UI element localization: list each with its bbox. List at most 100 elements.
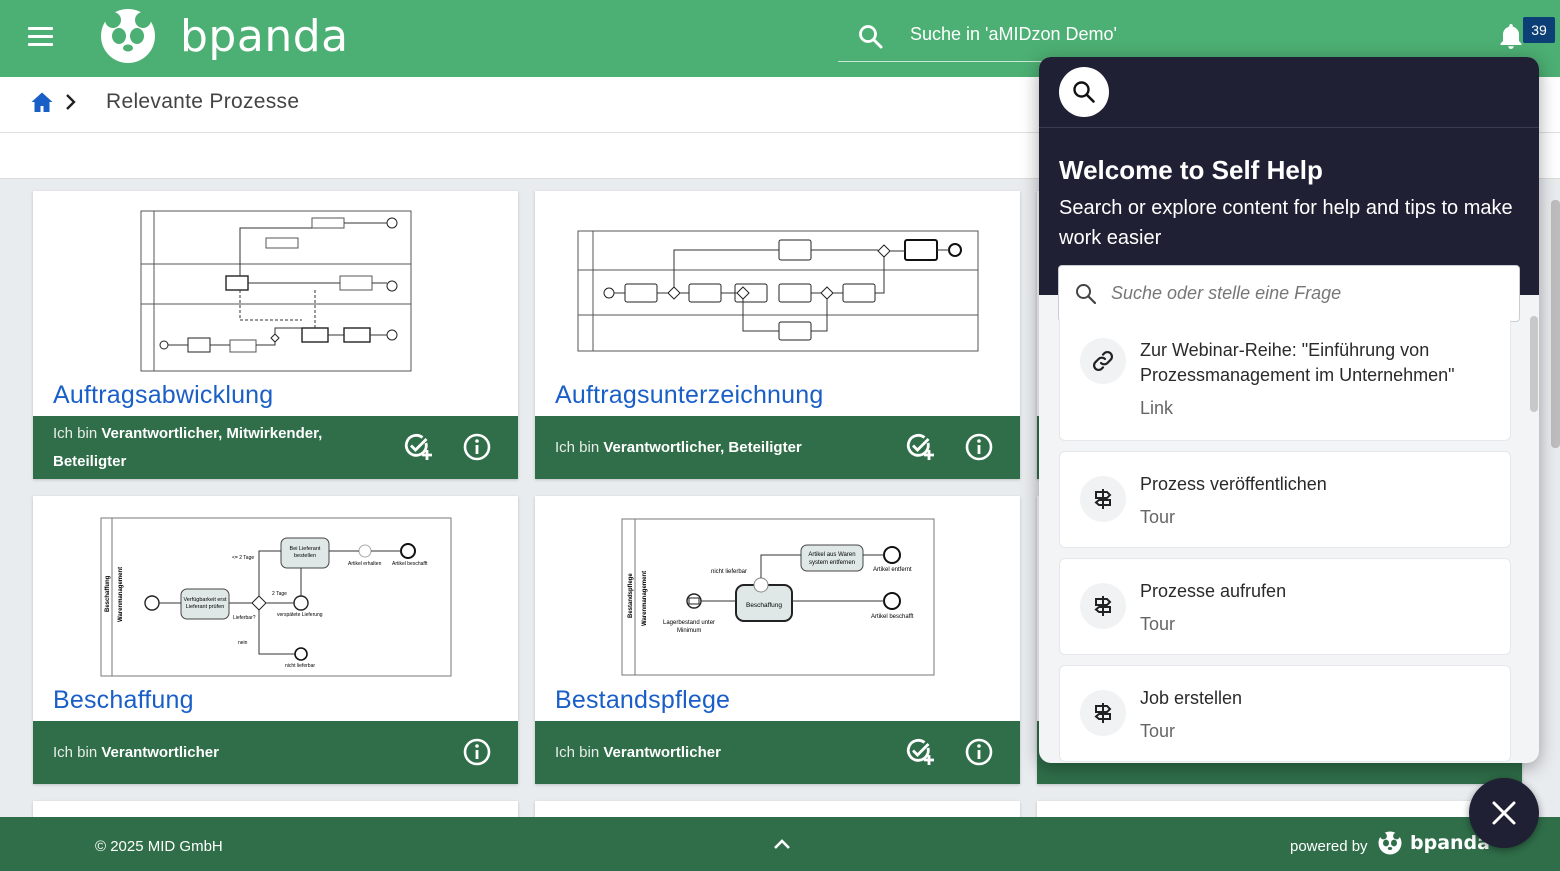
edge-label: Minimum (677, 628, 701, 634)
link-icon (1080, 338, 1126, 384)
help-item-link[interactable]: Zur Webinar-Reihe: "Einführung von Proze… (1059, 320, 1511, 441)
edge-label: nicht lieferbar (711, 569, 747, 575)
help-item-type: Tour (1140, 721, 1176, 741)
check-add-icon[interactable] (905, 432, 935, 462)
edge-label: Artikel beschafft (392, 561, 428, 567)
lane-label: Bestandspflege (628, 573, 634, 618)
process-card[interactable]: Auftragsabwicklung Ich bin Verantwortlic… (33, 191, 518, 479)
info-icon[interactable] (964, 737, 994, 767)
page-footer: © 2025 MID GmbH powered by bpanda (0, 817, 1560, 871)
process-diagram-thumbnail: Bestandspflege Warenmanagement Beschaffu… (535, 496, 1020, 686)
help-item-title: Zur Webinar-Reihe: "Einführung von Proze… (1140, 340, 1455, 385)
logo-text: bpanda (180, 10, 349, 62)
task-label: Artikel aus Waren (808, 552, 855, 558)
process-card[interactable]: Bestandspflege Warenmanagement Beschaffu… (535, 496, 1020, 784)
lane-label: Beschaffung (105, 575, 111, 612)
edge-label: 2 Tage (272, 591, 287, 597)
home-icon[interactable] (30, 90, 54, 114)
help-item-title: Prozesse aufrufen (1140, 581, 1287, 601)
self-help-header: Welcome to Self Help Search or explore c… (1039, 57, 1539, 295)
chevron-up-icon[interactable] (772, 837, 792, 851)
help-item-type: Tour (1140, 614, 1176, 634)
info-icon[interactable] (462, 737, 492, 767)
process-diagram-thumbnail (535, 191, 1020, 381)
search-icon (1076, 284, 1097, 305)
card-footer: Ich bin Verantwortlicher (535, 721, 1020, 784)
global-search[interactable]: Suche in 'aMIDzon Demo' (838, 14, 1117, 62)
task-label: Lieferant prüfen (185, 604, 224, 610)
help-item-tour[interactable]: Prozess veröffentlichen Tour (1059, 451, 1511, 548)
help-item-title: Job erstellen (1140, 688, 1243, 708)
card-title[interactable]: Bestandspflege (555, 686, 730, 715)
self-help-search-button[interactable] (1059, 67, 1109, 117)
lane-label: Warenmanagement (642, 571, 648, 626)
edge-label: Artikel erhalten (348, 561, 382, 567)
process-diagram-thumbnail (33, 191, 518, 381)
self-help-search-input[interactable]: Suche oder stelle eine Frage (1058, 265, 1520, 322)
process-card[interactable]: Beschaffung Warenmanagement Verfügbarkei… (33, 496, 518, 784)
self-help-title: Welcome to Self Help (1059, 155, 1323, 185)
check-add-icon[interactable] (905, 737, 935, 767)
bpanda-logo[interactable]: bpanda (100, 8, 349, 64)
edge-label: nein (238, 640, 248, 646)
card-footer: Ich bin Verantwortlicher (33, 721, 518, 784)
role-text: Ich bin Verantwortlicher (555, 739, 721, 767)
card-title[interactable]: Auftragsabwicklung (53, 381, 273, 410)
edge-label: Lieferbar? (233, 615, 256, 621)
process-diagram-thumbnail: Beschaffung Warenmanagement Verfügbarkei… (33, 496, 518, 686)
edge-label: Lagerbestand unter (663, 620, 715, 626)
role-names: Verantwortlicher, Beteiligter (603, 439, 802, 456)
signpost-icon (1080, 690, 1126, 736)
chevron-right-icon (66, 94, 76, 110)
self-help-subtitle: Search or explore content for help and t… (1059, 197, 1513, 249)
task-label: bestellen (293, 553, 315, 559)
edge-label: nicht lieferbar (285, 663, 315, 669)
role-prefix: Ich bin (555, 439, 600, 456)
task-label: Bei Lieferant (289, 546, 320, 552)
powered-by-text: powered by (1290, 838, 1368, 855)
page-scrollbar[interactable] (1551, 200, 1560, 448)
panda-logo-icon (101, 9, 155, 63)
divider (1039, 127, 1539, 128)
card-title[interactable]: Beschaffung (53, 686, 194, 715)
role-prefix: Ich bin (53, 744, 98, 761)
role-text: Ich bin Verantwortlicher (53, 739, 219, 767)
card-footer: Ich bin Verantwortlicher, Mitwirkender, … (33, 416, 518, 479)
search-icon (1073, 81, 1095, 103)
close-self-help-button[interactable] (1469, 778, 1539, 848)
help-item-type: Link (1140, 398, 1174, 418)
page-title: Relevante Prozesse (106, 90, 300, 113)
process-card[interactable]: Auftragsunterzeichnung Ich bin Verantwor… (535, 191, 1020, 479)
card-footer: Ich bin Verantwortlicher, Beteiligter (535, 416, 1020, 479)
signpost-icon (1080, 476, 1126, 522)
footer-logo: bpanda (1378, 831, 1490, 855)
search-label: Suche in 'aMIDzon Demo' (910, 24, 1117, 44)
help-item-tour[interactable]: Job erstellen Tour (1059, 665, 1511, 762)
role-names-cont: Beteiligter (53, 453, 127, 470)
notification-badge: 39 (1523, 17, 1555, 43)
info-icon[interactable] (964, 432, 994, 462)
help-item-title: Prozess veröffentlichen (1140, 474, 1327, 494)
help-item-tour[interactable]: Prozesse aufrufen Tour (1059, 558, 1511, 655)
role-names: Verantwortlicher (101, 744, 219, 761)
task-label: Beschaffung (745, 602, 781, 609)
menu-icon[interactable] (28, 27, 53, 47)
copyright-text: © 2025 MID GmbH (95, 838, 223, 855)
task-label: system entfernen (808, 560, 854, 566)
panda-logo-icon (1378, 831, 1402, 855)
lane-label: Warenmanagement (118, 567, 124, 622)
role-names: Verantwortlicher, Mitwirkender, (101, 425, 323, 442)
signpost-icon (1080, 583, 1126, 629)
check-add-icon[interactable] (403, 432, 433, 462)
info-icon[interactable] (462, 432, 492, 462)
help-item-type: Tour (1140, 507, 1176, 527)
panel-scrollbar[interactable] (1530, 316, 1538, 412)
task-label: Verfügbarkeit erst (183, 597, 227, 603)
bell-icon[interactable] (1498, 22, 1524, 50)
role-prefix: Ich bin (555, 744, 600, 761)
card-title[interactable]: Auftragsunterzeichnung (555, 381, 823, 410)
role-names: Verantwortlicher (603, 744, 721, 761)
close-icon (1492, 801, 1516, 825)
self-help-panel: Welcome to Self Help Search or explore c… (1039, 57, 1539, 763)
edge-label: Artikel entfernt (873, 567, 912, 573)
